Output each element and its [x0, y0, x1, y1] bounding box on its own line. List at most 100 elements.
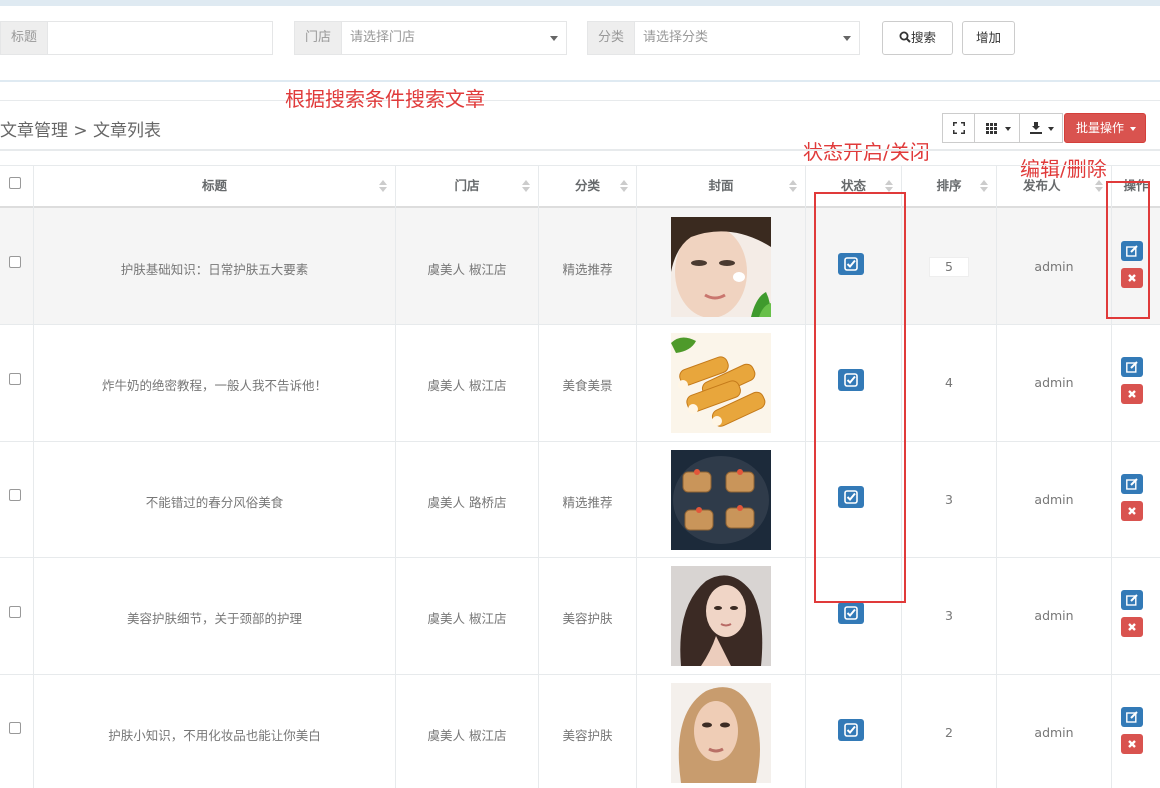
annotation-action-box: [1106, 181, 1150, 319]
chevron-down-icon[interactable]: [544, 22, 566, 54]
fullscreen-icon: [953, 122, 965, 134]
columns-toggle-button[interactable]: [974, 113, 1020, 143]
store-select-group: 门店 请选择门店: [294, 21, 567, 55]
store-label: 门店: [295, 22, 343, 54]
export-button[interactable]: [1019, 113, 1063, 143]
sort-input[interactable]: 5: [929, 257, 969, 277]
delete-button[interactable]: [1121, 384, 1143, 404]
annotation-status-box: [814, 192, 906, 603]
breadcrumb: 文章管理 > 文章列表: [0, 121, 162, 141]
sort-icon: [789, 180, 797, 193]
articles-table: 标题 门店 分类 封面 状态 排序 发布人 操作 护肤基础知识：日常护肤五大要素…: [0, 165, 1160, 788]
store-select[interactable]: 请选择门店: [342, 22, 544, 54]
row-store: 虞美人 椒江店: [427, 378, 507, 393]
edit-icon: [1126, 711, 1138, 723]
annotation-search-hint: 根据搜索条件搜索文章: [285, 87, 485, 111]
divider: [0, 149, 1160, 151]
header-title-label: 标题: [201, 178, 227, 193]
title-input[interactable]: [48, 22, 272, 54]
row-border: [0, 557, 1160, 558]
row-checkbox[interactable]: [9, 489, 21, 501]
sort-icon: [980, 180, 988, 193]
fullscreen-button[interactable]: [942, 113, 975, 143]
category-select[interactable]: 请选择分类: [635, 22, 837, 54]
edit-button[interactable]: [1121, 590, 1143, 610]
chevron-down-icon: [1130, 127, 1136, 131]
header-category[interactable]: 分类: [539, 165, 636, 207]
download-icon: [1030, 122, 1042, 134]
header-store[interactable]: 门店: [396, 165, 538, 207]
header-category-label: 分类: [574, 178, 600, 193]
edit-button[interactable]: [1121, 357, 1143, 377]
sort-icon: [522, 180, 530, 193]
cover-image-dumplings: [671, 450, 771, 550]
header-sort-label: 排序: [936, 178, 962, 193]
add-button[interactable]: 增加: [962, 21, 1015, 55]
row-store: 虞美人 路桥店: [427, 495, 507, 510]
chevron-down-icon: [1048, 127, 1054, 131]
cover-image-fried-rolls: [671, 333, 771, 433]
select-all-checkbox[interactable]: [9, 177, 21, 189]
edit-button[interactable]: [1121, 707, 1143, 727]
header-title[interactable]: 标题: [34, 165, 395, 207]
row-title: 炸牛奶的绝密教程，一般人我不告诉他！: [101, 378, 327, 393]
sort-icon: [379, 180, 387, 193]
row-border: [0, 441, 1160, 442]
row-title: 不能错过的春分风俗美食: [145, 495, 284, 510]
header-store-label: 门店: [454, 178, 480, 193]
search-button[interactable]: 搜索: [882, 21, 953, 55]
row-category: 精选推荐: [562, 262, 613, 277]
row-sort: 3: [945, 608, 953, 623]
header-publisher-label: 发布人: [1023, 178, 1061, 193]
delete-button[interactable]: [1121, 617, 1143, 637]
row-checkbox[interactable]: [9, 722, 21, 734]
category-select-group: 分类 请选择分类: [587, 21, 860, 55]
check-square-icon: [844, 723, 858, 737]
row-checkbox[interactable]: [9, 606, 21, 618]
row-checkbox[interactable]: [9, 256, 21, 268]
row-category: 精选推荐: [562, 495, 613, 510]
col-border: [636, 165, 637, 788]
row-title: 美容护肤细节，关于颈部的护理: [126, 611, 302, 626]
sort-icon: [620, 180, 628, 193]
edit-button[interactable]: [1121, 474, 1143, 494]
row-category: 美食美景: [562, 378, 613, 393]
search-icon: [899, 31, 911, 43]
batch-actions-label: 批量操作: [1076, 121, 1125, 135]
category-label: 分类: [588, 22, 636, 54]
close-icon: [1128, 623, 1136, 631]
row-store: 虞美人 椒江店: [427, 611, 507, 626]
edit-icon: [1126, 361, 1138, 373]
batch-actions-button[interactable]: 批量操作: [1064, 113, 1146, 143]
header-sort[interactable]: 排序: [902, 165, 996, 207]
row-border: [0, 324, 1160, 325]
chevron-down-icon: [1005, 127, 1011, 131]
top-border: [0, 0, 1160, 6]
title-input-group: 标题: [0, 21, 273, 55]
row-checkbox[interactable]: [9, 373, 21, 385]
close-icon: [1128, 740, 1136, 748]
row-sort: 2: [945, 725, 953, 740]
header-publisher[interactable]: 发布人: [997, 165, 1111, 207]
check-square-icon: [844, 606, 858, 620]
title-label: 标题: [1, 22, 49, 54]
grid-icon: [986, 123, 997, 134]
row-publisher: admin: [1034, 375, 1074, 390]
chevron-down-icon[interactable]: [837, 22, 859, 54]
delete-button[interactable]: [1121, 734, 1143, 754]
row-store: 虞美人 椒江店: [427, 262, 507, 277]
close-icon: [1128, 507, 1136, 515]
row-sort: 3: [945, 492, 953, 507]
row-category: 美容护肤: [562, 728, 613, 743]
delete-button[interactable]: [1121, 501, 1143, 521]
divider: [0, 100, 1160, 101]
close-icon: [1128, 390, 1136, 398]
divider: [0, 80, 1160, 82]
row-publisher: admin: [1034, 492, 1074, 507]
header-cover[interactable]: 封面: [637, 165, 805, 207]
status-toggle[interactable]: [838, 719, 864, 741]
cover-image-woman-dark-hair: [671, 566, 771, 666]
status-toggle[interactable]: [838, 602, 864, 624]
header-status-label: 状态: [840, 178, 866, 193]
cover-image-woman-blonde: [671, 683, 771, 783]
